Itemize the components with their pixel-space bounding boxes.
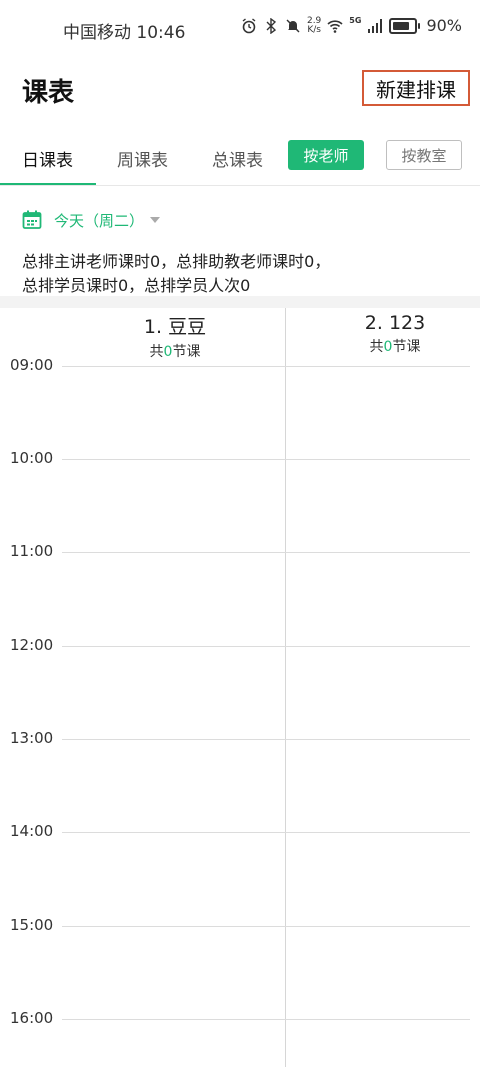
hour-row: 10:00: [0, 449, 480, 467]
hour-row: 12:00: [0, 636, 480, 654]
hour-label: 10:00: [10, 449, 54, 467]
count-prefix: 共: [149, 344, 164, 360]
network-speed: 2.9 K/s: [307, 16, 321, 35]
hour-row: 13:00: [0, 729, 480, 747]
summary-line-1: 总排主讲老师课时0，总排助教老师课时0，: [22, 252, 331, 271]
battery-level: 90%: [426, 16, 462, 35]
battery-icon: [389, 17, 421, 34]
page-title: 课表: [22, 78, 75, 108]
new-schedule-button[interactable]: 新建排课: [362, 70, 470, 106]
app-header: 课表 新建排课: [0, 60, 480, 120]
hour-row: 15:00: [0, 916, 480, 934]
hour-line: [62, 646, 470, 647]
hour-line: [62, 926, 470, 927]
calendar-icon: [22, 210, 42, 229]
hour-line: [62, 832, 470, 833]
teacher-name: 1. 豆豆: [143, 316, 207, 338]
mute-icon: [286, 19, 300, 32]
hour-line: [62, 739, 470, 740]
status-icons: 2.9 K/s 5G 90%: [241, 16, 462, 35]
wifi-icon: [327, 19, 343, 33]
count-prefix: 共: [369, 339, 384, 355]
date-selector[interactable]: 今天（周二）: [22, 205, 161, 235]
speed-unit: K/s: [307, 24, 321, 35]
signal-icon: [368, 18, 383, 33]
hour-row: 14:00: [0, 822, 480, 840]
by-classroom-button[interactable]: 按教室: [386, 140, 462, 170]
schedule-summary: 总排主讲老师课时0，总排助教老师课时0， 总排学员课时0，总排学员人次0: [22, 250, 330, 298]
alarm-icon: [242, 17, 256, 33]
hour-row: 09:00: [0, 356, 480, 374]
lesson-count: 共0节课: [110, 341, 240, 361]
tab-weekly[interactable]: 周课表: [117, 146, 168, 171]
view-tabs: 日课表 周课表 总课表 按老师 按教室: [0, 130, 480, 186]
teacher-column-header[interactable]: 1. 豆豆 共0节课: [110, 312, 240, 361]
hour-row: 11:00: [0, 542, 480, 560]
divider: [0, 185, 480, 186]
hour-line: [62, 366, 470, 367]
count-suffix: 节课: [172, 344, 201, 360]
hour-label: 12:00: [10, 636, 54, 654]
hour-label: 09:00: [10, 356, 54, 374]
hour-label: 11:00: [10, 542, 54, 560]
bluetooth-icon: [266, 17, 277, 34]
hour-label: 15:00: [10, 916, 54, 934]
teacher-name: 2. 123: [364, 312, 426, 334]
tab-total[interactable]: 总课表: [212, 146, 263, 171]
lesson-count: 共0节课: [330, 336, 460, 356]
network-type: 5G: [349, 16, 362, 25]
hour-line: [62, 1019, 470, 1020]
section-separator: [0, 296, 480, 308]
hour-label: 13:00: [10, 729, 54, 747]
hour-line: [62, 459, 470, 460]
status-bar: 中国移动 10:46 2.9 K/s 5G 90%: [0, 0, 480, 60]
hour-line: [62, 552, 470, 553]
column-divider: [285, 308, 286, 1067]
chevron-down-icon: [150, 217, 161, 223]
hour-row: 16:00: [0, 1009, 480, 1027]
tab-daily[interactable]: 日课表: [22, 146, 73, 171]
carrier-time: 中国移动 10:46: [63, 23, 186, 43]
by-teacher-button[interactable]: 按老师: [288, 140, 364, 170]
hour-label: 16:00: [10, 1009, 54, 1027]
count-suffix: 节课: [392, 339, 421, 355]
date-label: 今天（周二）: [54, 211, 145, 230]
hour-label: 14:00: [10, 822, 54, 840]
schedule-grid[interactable]: 1. 豆豆 共0节课 2. 123 共0节课 09:00 10:00 11:00…: [0, 308, 480, 1067]
summary-line-2: 总排学员课时0，总排学员人次0: [22, 276, 251, 295]
teacher-column-header[interactable]: 2. 123 共0节课: [330, 312, 460, 356]
